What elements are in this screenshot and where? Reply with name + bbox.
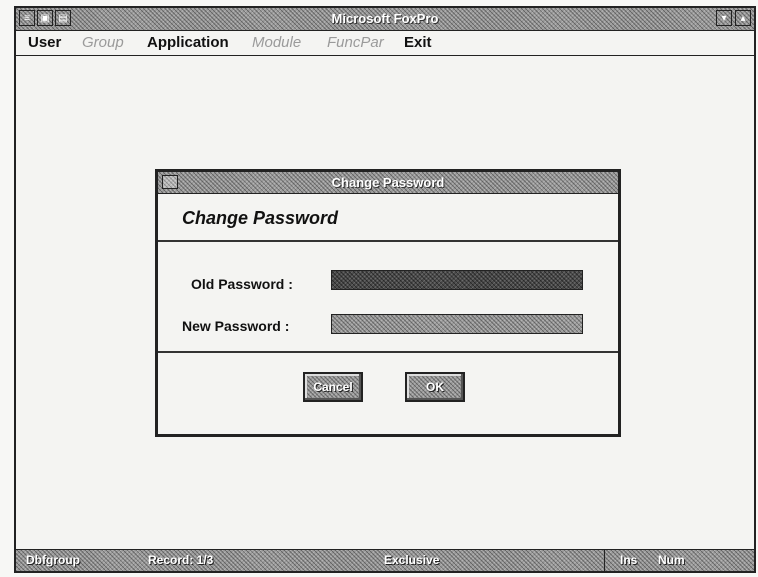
menu-exit[interactable]: Exit bbox=[404, 34, 432, 51]
foxpro-window: ≡ ▣ ▤ Microsoft FoxPro ▾ ▴ User Group Ap… bbox=[14, 6, 756, 573]
ok-button[interactable]: OK bbox=[405, 372, 465, 402]
old-password-label: Old Password : bbox=[191, 276, 293, 292]
status-mode: Exclusive bbox=[384, 553, 440, 567]
status-table: Dbfgroup bbox=[26, 553, 80, 567]
cancel-button[interactable]: Cancel bbox=[303, 372, 363, 402]
old-password-input[interactable] bbox=[331, 270, 583, 290]
dialog-title: Change Password bbox=[331, 175, 445, 190]
status-record: Record: 1/3 bbox=[148, 553, 214, 567]
new-password-input[interactable] bbox=[331, 314, 583, 334]
status-num: Num bbox=[658, 553, 685, 567]
change-password-dialog: Change Password Change Password Old Pass… bbox=[155, 169, 621, 437]
menu-application[interactable]: Application bbox=[147, 34, 229, 51]
maximize-icon[interactable]: ▴ bbox=[735, 10, 751, 26]
minimize-icon[interactable]: ▾ bbox=[716, 10, 732, 26]
fields-divider bbox=[158, 351, 618, 353]
menu-funcpar[interactable]: FuncPar bbox=[327, 34, 384, 51]
menu-user[interactable]: User bbox=[28, 34, 61, 51]
title-bar[interactable]: ≡ ▣ ▤ Microsoft FoxPro ▾ ▴ bbox=[16, 8, 754, 31]
new-password-label: New Password : bbox=[182, 318, 290, 334]
menu-bar: User Group Application Module FuncPar Ex… bbox=[16, 31, 754, 56]
dialog-heading: Change Password bbox=[182, 208, 339, 228]
menu-module[interactable]: Module bbox=[252, 34, 301, 51]
menu-group[interactable]: Group bbox=[82, 34, 124, 51]
status-bar: Dbfgroup Record: 1/3 Exclusive Ins Num bbox=[16, 549, 754, 571]
heading-divider bbox=[158, 240, 618, 242]
dialog-title-bar[interactable]: Change Password bbox=[158, 172, 618, 194]
window-title: Microsoft FoxPro bbox=[331, 11, 439, 26]
status-ins: Ins bbox=[620, 553, 638, 567]
status-divider bbox=[604, 550, 605, 571]
